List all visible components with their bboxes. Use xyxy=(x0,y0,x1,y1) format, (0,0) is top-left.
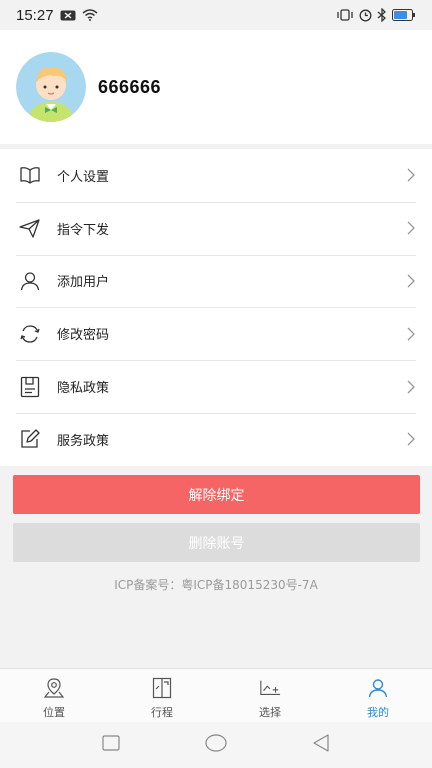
username: 666666 xyxy=(98,76,162,97)
status-time: 15:27 xyxy=(16,6,54,24)
chevron-right-icon xyxy=(406,326,416,342)
menu-list: 个人设置 指令下发 添加用户 修改密码 隐私政策 服务政策 xyxy=(0,149,432,466)
delete-account-button[interactable]: 删除账号 xyxy=(13,523,420,562)
chevron-right-icon xyxy=(406,220,416,236)
menu-item-send-command[interactable]: 指令下发 xyxy=(0,201,432,255)
vibrate-icon xyxy=(336,9,354,21)
menu-item-label: 修改密码 xyxy=(57,328,110,344)
menu-item-label: 指令下发 xyxy=(57,222,110,238)
tab-label: 行程 xyxy=(151,706,173,719)
menu-item-label: 隐私政策 xyxy=(57,381,110,397)
alarm-icon xyxy=(359,9,372,22)
tab-label: 选择 xyxy=(259,706,281,719)
status-bar: 15:27 xyxy=(0,0,432,30)
chevron-right-icon xyxy=(406,273,416,289)
tab-location[interactable]: 位置 xyxy=(0,669,108,722)
menu-item-label: 个人设置 xyxy=(57,169,110,185)
chevron-right-icon xyxy=(406,379,416,395)
user-icon xyxy=(367,677,389,699)
menu-item-privacy-policy[interactable]: 隐私政策 xyxy=(0,360,432,413)
refresh-icon xyxy=(18,322,42,346)
menu-item-service-policy[interactable]: 服务政策 xyxy=(0,412,432,466)
icp-record: ICP备案号：粤ICP备18015230号-7A xyxy=(114,578,318,592)
user-icon xyxy=(18,269,42,293)
chart-icon xyxy=(259,677,281,699)
tab-label: 我的 xyxy=(367,706,389,719)
chevron-right-icon xyxy=(406,167,416,183)
send-icon xyxy=(18,216,42,240)
recent-apps-button[interactable] xyxy=(102,735,120,755)
tab-label: 位置 xyxy=(43,706,65,719)
system-nav-bar xyxy=(0,722,432,768)
message-icon xyxy=(60,10,76,21)
back-button[interactable] xyxy=(312,734,330,756)
document-icon xyxy=(18,375,42,399)
avatar[interactable] xyxy=(16,52,86,122)
chevron-right-icon xyxy=(406,431,416,447)
tab-mine[interactable]: 我的 xyxy=(324,669,432,722)
menu-item-label: 服务政策 xyxy=(57,433,110,449)
menu-item-change-password[interactable]: 修改密码 xyxy=(0,307,432,360)
menu-item-label: 添加用户 xyxy=(57,275,110,291)
unbind-button[interactable]: 解除绑定 xyxy=(13,475,420,514)
edit-icon xyxy=(18,427,42,451)
tab-select[interactable]: 选择 xyxy=(216,669,324,722)
bluetooth-icon xyxy=(377,8,387,22)
tab-trip[interactable]: 行程 xyxy=(108,669,216,722)
home-button[interactable] xyxy=(205,734,227,756)
profile-header[interactable]: 666666 xyxy=(0,30,432,144)
wifi-icon xyxy=(82,9,98,21)
book-icon xyxy=(18,163,42,187)
trip-icon xyxy=(151,677,173,699)
location-icon xyxy=(43,677,65,699)
tab-bar: 位置 行程 选择 我的 xyxy=(0,668,432,722)
menu-item-personal-settings[interactable]: 个人设置 xyxy=(0,149,432,202)
menu-item-add-user[interactable]: 添加用户 xyxy=(0,254,432,308)
battery-icon xyxy=(392,9,416,21)
